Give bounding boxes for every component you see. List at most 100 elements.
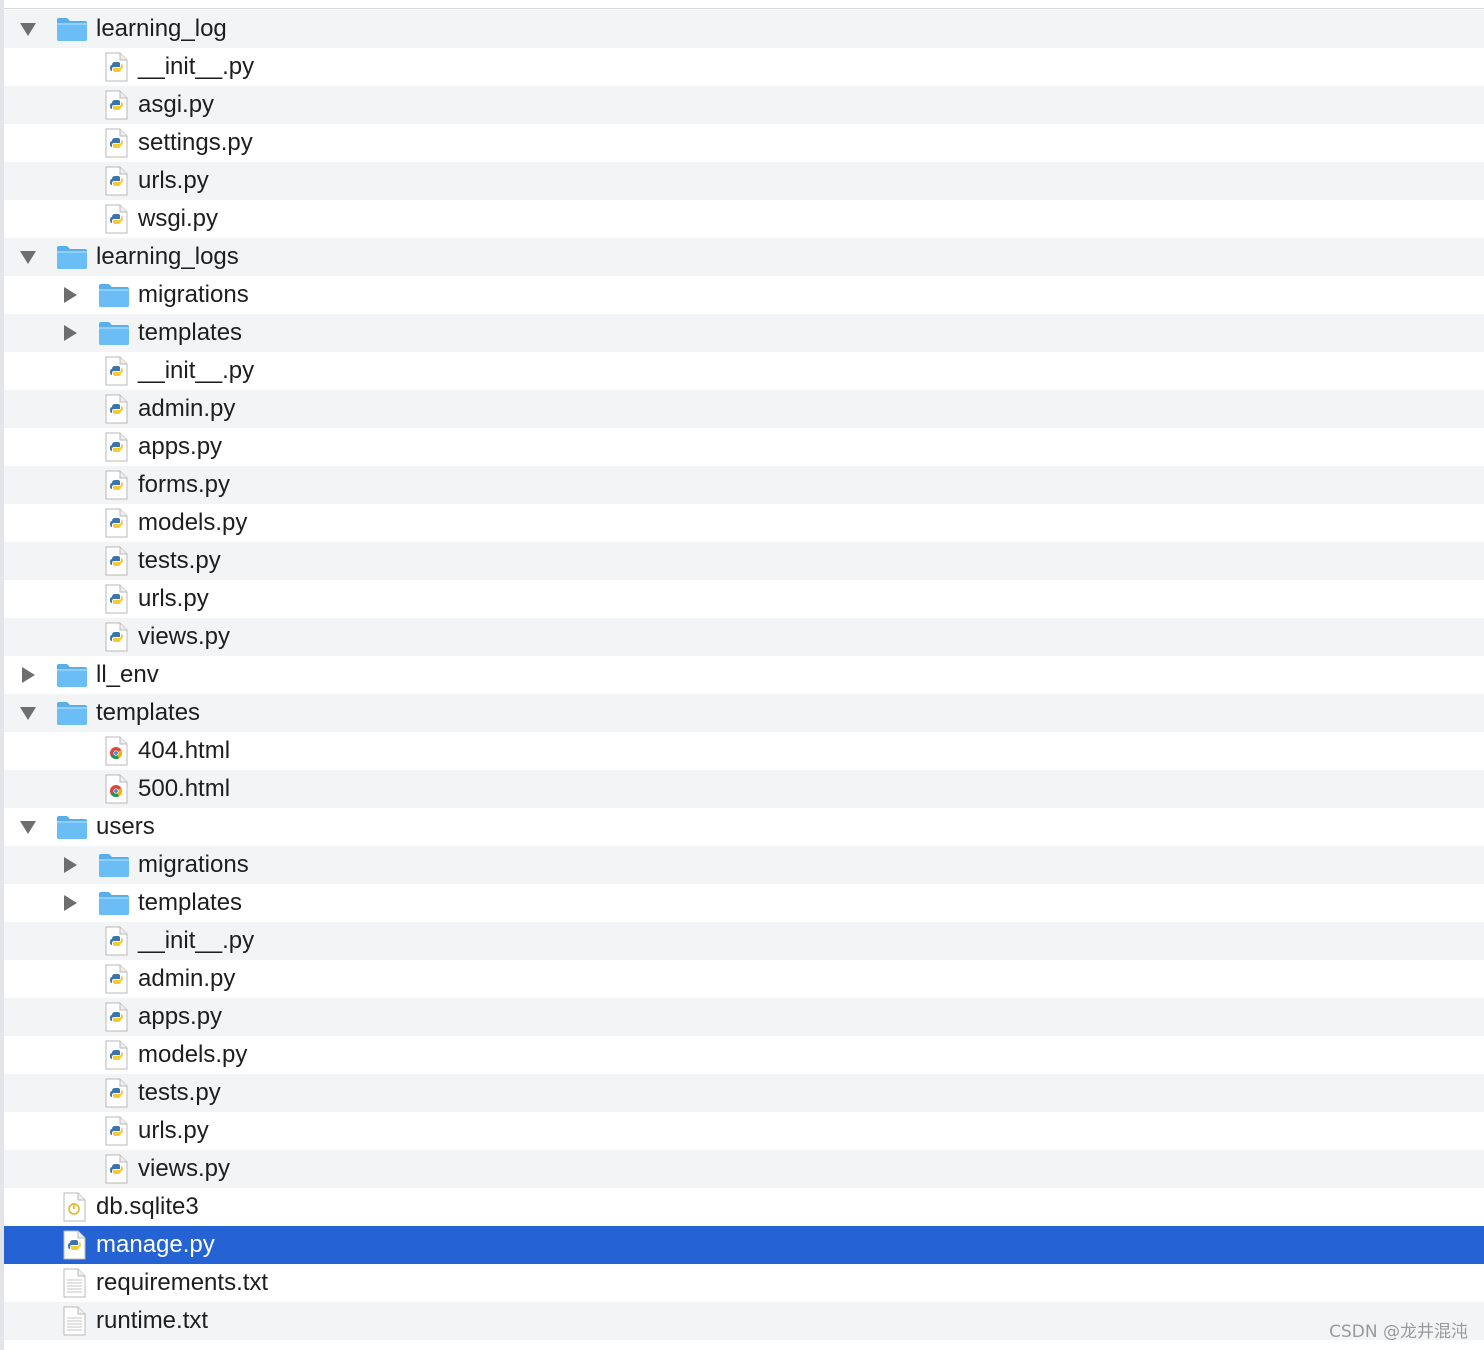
file-row[interactable]: apps.py xyxy=(4,998,1484,1036)
file-row[interactable]: __init__.py xyxy=(4,352,1484,390)
python-file-icon xyxy=(100,432,132,462)
file-row[interactable]: admin.py xyxy=(4,960,1484,998)
folder-row[interactable]: templates xyxy=(4,314,1484,352)
folder-icon xyxy=(56,14,88,44)
item-name: templates xyxy=(138,889,243,916)
item-name: learning_logs xyxy=(96,243,239,270)
item-name: admin.py xyxy=(138,395,236,422)
item-name: urls.py xyxy=(138,1117,209,1144)
file-tree: learning_log __init__.py asgi.py settings.p… xyxy=(4,10,1484,1340)
item-name: __init__.py xyxy=(138,357,255,384)
file-row[interactable]: admin.py xyxy=(4,390,1484,428)
disclosure-collapsed-icon[interactable] xyxy=(61,895,79,911)
python-file-icon xyxy=(58,1230,90,1260)
file-row[interactable]: tests.py xyxy=(4,1074,1484,1112)
file-row[interactable]: models.py xyxy=(4,504,1484,542)
python-file-icon xyxy=(100,52,132,82)
item-name: views.py xyxy=(138,623,231,650)
disclosure-collapsed-icon[interactable] xyxy=(61,325,79,341)
python-file-icon xyxy=(100,166,132,196)
python-file-icon xyxy=(100,128,132,158)
item-name: learning_log xyxy=(96,15,227,42)
chrome-html-file-icon xyxy=(100,736,132,766)
file-row[interactable]: manage.py xyxy=(4,1226,1484,1264)
item-name: forms.py xyxy=(138,471,231,498)
python-file-icon xyxy=(100,470,132,500)
python-file-icon xyxy=(100,1154,132,1184)
item-name: 404.html xyxy=(138,737,231,764)
database-file-icon xyxy=(58,1192,90,1222)
item-name: apps.py xyxy=(138,433,223,460)
folder-row[interactable]: users xyxy=(4,808,1484,846)
file-row[interactable]: requirements.txt xyxy=(4,1264,1484,1302)
item-name: urls.py xyxy=(138,167,209,194)
chrome-html-file-icon xyxy=(100,774,132,804)
file-row[interactable]: views.py xyxy=(4,618,1484,656)
folder-row[interactable]: learning_log xyxy=(4,10,1484,48)
disclosure-collapsed-icon[interactable] xyxy=(61,287,79,303)
file-row[interactable]: settings.py xyxy=(4,124,1484,162)
file-row[interactable]: db.sqlite3 xyxy=(4,1188,1484,1226)
file-row[interactable]: apps.py xyxy=(4,428,1484,466)
python-file-icon xyxy=(100,1040,132,1070)
folder-row[interactable]: learning_logs xyxy=(4,238,1484,276)
file-row[interactable]: 500.html xyxy=(4,770,1484,808)
item-name: requirements.txt xyxy=(96,1269,269,1296)
file-row[interactable]: urls.py xyxy=(4,162,1484,200)
text-file-icon xyxy=(58,1268,90,1298)
item-name: users xyxy=(96,813,155,840)
python-file-icon xyxy=(100,584,132,614)
text-file-icon xyxy=(58,1306,90,1336)
folder-icon xyxy=(98,318,130,348)
folder-icon xyxy=(56,698,88,728)
finder-list-view: learning_log __init__.py asgi.py settings.p… xyxy=(0,0,1484,1350)
item-name: manage.py xyxy=(96,1231,215,1258)
file-row[interactable]: asgi.py xyxy=(4,86,1484,124)
python-file-icon xyxy=(100,1116,132,1146)
item-name: asgi.py xyxy=(138,91,215,118)
item-name: __init__.py xyxy=(138,53,255,80)
disclosure-expanded-icon[interactable] xyxy=(19,249,37,265)
folder-icon xyxy=(56,660,88,690)
folder-icon xyxy=(98,850,130,880)
item-name: settings.py xyxy=(138,129,253,156)
file-row[interactable]: __init__.py xyxy=(4,48,1484,86)
disclosure-expanded-icon[interactable] xyxy=(19,705,37,721)
column-header-border xyxy=(0,0,1484,9)
folder-row[interactable]: ll_env xyxy=(4,656,1484,694)
folder-row[interactable]: migrations xyxy=(4,846,1484,884)
item-name: models.py xyxy=(138,509,248,536)
python-file-icon xyxy=(100,356,132,386)
folder-row[interactable]: migrations xyxy=(4,276,1484,314)
item-name: 500.html xyxy=(138,775,231,802)
item-name: models.py xyxy=(138,1041,248,1068)
item-name: templates xyxy=(138,319,243,346)
folder-row[interactable]: templates xyxy=(4,884,1484,922)
folder-icon xyxy=(56,812,88,842)
disclosure-collapsed-icon[interactable] xyxy=(19,667,37,683)
file-row[interactable]: wsgi.py xyxy=(4,200,1484,238)
item-name: tests.py xyxy=(138,547,221,574)
python-file-icon xyxy=(100,622,132,652)
folder-row[interactable]: templates xyxy=(4,694,1484,732)
file-row[interactable]: models.py xyxy=(4,1036,1484,1074)
file-row[interactable]: urls.py xyxy=(4,1112,1484,1150)
item-name: migrations xyxy=(138,281,249,308)
disclosure-collapsed-icon[interactable] xyxy=(61,857,79,873)
file-row[interactable]: runtime.txt xyxy=(4,1302,1484,1340)
python-file-icon xyxy=(100,964,132,994)
python-file-icon xyxy=(100,394,132,424)
file-row[interactable]: __init__.py xyxy=(4,922,1484,960)
disclosure-expanded-icon[interactable] xyxy=(19,21,37,37)
python-file-icon xyxy=(100,546,132,576)
file-row[interactable]: views.py xyxy=(4,1150,1484,1188)
file-row[interactable]: forms.py xyxy=(4,466,1484,504)
file-row[interactable]: 404.html xyxy=(4,732,1484,770)
item-name: templates xyxy=(96,699,201,726)
file-row[interactable]: tests.py xyxy=(4,542,1484,580)
item-name: runtime.txt xyxy=(96,1307,209,1334)
disclosure-expanded-icon[interactable] xyxy=(19,819,37,835)
item-name: apps.py xyxy=(138,1003,223,1030)
file-row[interactable]: urls.py xyxy=(4,580,1484,618)
python-file-icon xyxy=(100,204,132,234)
